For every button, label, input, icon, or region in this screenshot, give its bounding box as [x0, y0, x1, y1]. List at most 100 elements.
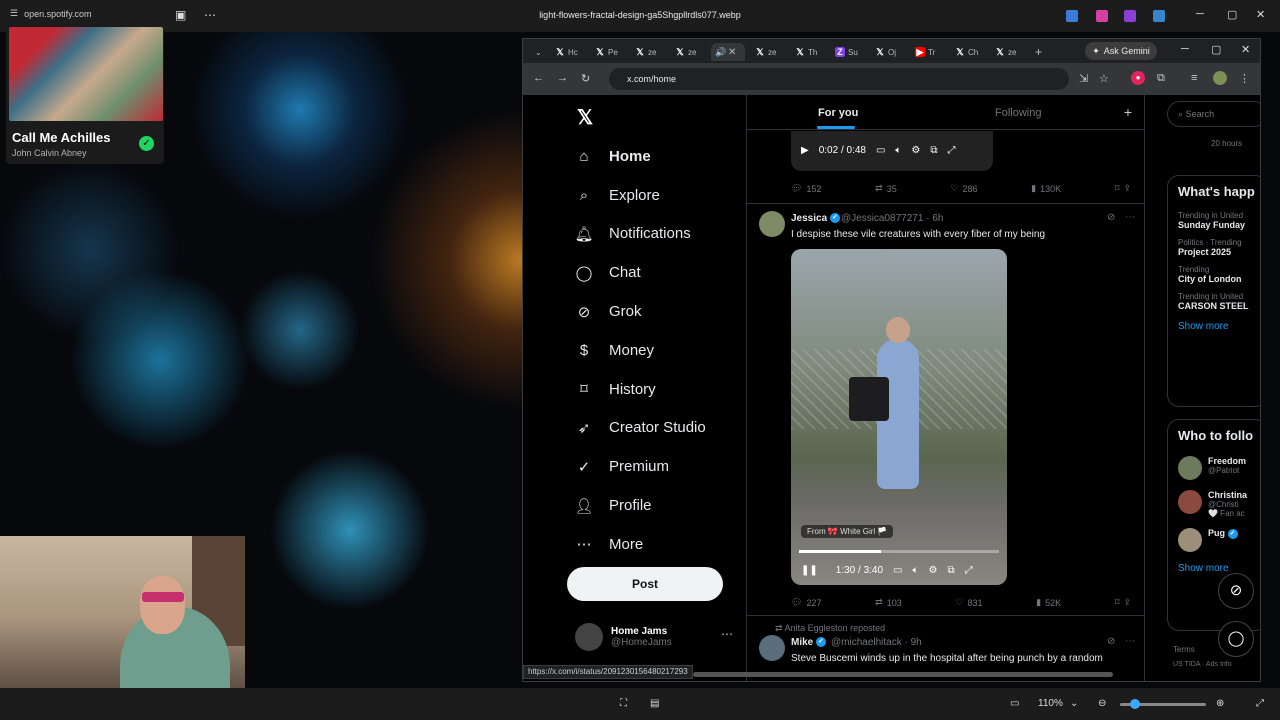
nav-explore[interactable]: ⌕ Explore [573, 176, 706, 215]
author-name[interactable]: Mike ✓ [791, 637, 827, 648]
nav-chat[interactable]: ◯ Chat [573, 253, 706, 292]
tab[interactable]: 𝕏ze [631, 43, 669, 61]
follow-suggestion[interactable]: Christina @Christi 🤍 Fan ac [1168, 485, 1260, 523]
play-icon[interactable]: ▶ [801, 145, 809, 156]
app-icon[interactable] [1096, 10, 1108, 22]
footer-terms[interactable]: Terms [1173, 645, 1195, 654]
trend-item[interactable]: Trending in United Sunday Funday [1168, 207, 1260, 234]
like-button[interactable]: ♡ 831 [955, 597, 982, 608]
tab[interactable]: 𝕏 Ch [951, 43, 989, 61]
more-icon[interactable]: ⋯ [1125, 636, 1135, 647]
repost-button[interactable]: ⇄ 35 [875, 183, 897, 194]
nav-money[interactable]: $ Money [573, 331, 706, 370]
forward-icon[interactable]: → [557, 72, 568, 84]
more-icon[interactable]: ⋯ [1125, 212, 1135, 223]
install-icon[interactable]: ⇲ [1079, 72, 1088, 85]
fit-icon[interactable]: ▭ [1010, 698, 1019, 709]
pause-icon[interactable]: ❚❚ [801, 565, 818, 576]
app-icon[interactable] [1124, 10, 1136, 22]
volume-icon[interactable]: 🔈︎ [895, 145, 901, 156]
spotify-miniplayer[interactable]: Call Me Achilles John Calvin Abney ✓ [6, 24, 164, 164]
pip-icon[interactable]: ⧉ [947, 565, 954, 576]
follow-suggestion[interactable]: Pug ✓ [1168, 523, 1260, 557]
captions-icon[interactable]: ▭ [876, 145, 885, 156]
tweet-video[interactable]: From 🎀 White Girl 🏳️ ❚❚ 1:30 / 3:40 ▭ 🔈︎… [791, 249, 1007, 585]
nav-grok[interactable]: ⊘ Grok [573, 292, 706, 331]
reply-button[interactable]: 💬︎ 227 [791, 597, 821, 608]
nav-history[interactable]: ⌑ History [573, 370, 706, 409]
repost-context[interactable]: ⇄ Anita Eggleston reposted [775, 623, 885, 634]
horizontal-scrollbar[interactable] [693, 672, 1113, 677]
search-input[interactable]: ⌕ Search [1167, 101, 1260, 127]
address-bar[interactable]: x.com/home [609, 68, 1069, 90]
tab-for-you[interactable]: For you [818, 107, 858, 119]
captions-icon[interactable]: ▭ [893, 565, 902, 576]
profile-avatar[interactable] [1213, 71, 1227, 85]
fullscreen-icon[interactable]: ⤢ [948, 145, 956, 156]
video-player[interactable]: ▶ 0:02 / 0:48 ▭ 🔈︎ ⚙ ⧉ ⤢ [791, 131, 993, 171]
star-icon[interactable]: ☆ [1099, 72, 1109, 85]
fullscreen-icon[interactable]: ⤢ [965, 565, 973, 576]
pip-icon[interactable]: ⧉ [930, 145, 937, 156]
post-button[interactable]: Post [567, 567, 723, 601]
bookmark-button[interactable]: ⌑ ⇪ [1115, 183, 1131, 194]
reading-list-icon[interactable]: ≡ [1191, 72, 1197, 84]
app-icon[interactable] [1153, 10, 1165, 22]
tab[interactable]: 𝕏 Th [791, 43, 829, 61]
views-button[interactable]: ▮ 52K [1036, 597, 1061, 608]
grok-icon[interactable]: ⊘ [1107, 636, 1115, 647]
saved-check-icon[interactable]: ✓ [139, 136, 154, 151]
zoom-level[interactable]: 110% [1038, 698, 1063, 709]
tab[interactable]: Z Su [831, 43, 869, 61]
nav-creator-studio[interactable]: ➶ Creator Studio [573, 409, 706, 448]
reload-icon[interactable]: ↻ [581, 72, 590, 85]
chevron-down-icon[interactable]: ⌄ [1070, 698, 1078, 709]
maximize-icon[interactable]: ▢ [1211, 43, 1221, 56]
bookmark-button[interactable]: ⌑ ⇪ [1115, 597, 1131, 608]
tab[interactable]: 𝕏ze [751, 43, 789, 61]
add-tab-icon[interactable]: + [1124, 104, 1132, 120]
tab-search-icon[interactable]: ⌄ [531, 43, 545, 61]
tab-following[interactable]: Following [995, 107, 1041, 119]
extensions-icon[interactable]: ⧉ [1157, 72, 1165, 85]
views-button[interactable]: ▮ 130K [1031, 183, 1061, 194]
volume-icon[interactable]: 🔈︎ [912, 565, 918, 576]
tab[interactable]: 𝕏 Hc [551, 43, 589, 61]
footer-links[interactable]: US TIDA · Ads Info [1173, 661, 1232, 668]
author-handle[interactable]: @Jessica0877271 · 6h [841, 213, 943, 224]
grok-icon[interactable]: ⊘ [1107, 212, 1115, 223]
author-handle[interactable]: @michaelhitack · 9h [831, 637, 922, 648]
reply-button[interactable]: 💬︎ 152 [791, 183, 821, 194]
tab[interactable]: 𝕏ze [671, 43, 709, 61]
show-more-link[interactable]: Show more [1168, 315, 1260, 338]
back-icon[interactable]: ← [533, 72, 544, 84]
nav-more[interactable]: ⋯ More [573, 525, 706, 564]
minimize-icon[interactable]: ─ [1196, 8, 1204, 20]
trend-item[interactable]: Trending City of London [1168, 261, 1260, 288]
avatar[interactable] [759, 635, 785, 661]
nav-home[interactable]: ⌂ Home [573, 137, 706, 176]
video-progress[interactable] [799, 550, 999, 553]
tab-close-icon[interactable]: ✕ [728, 47, 736, 58]
repost-button[interactable]: ⇄ 103 [875, 597, 902, 608]
grok-fab-icon[interactable]: ⊘ [1218, 573, 1254, 609]
close-icon[interactable]: ✕ [1256, 8, 1265, 21]
author-name[interactable]: Jessica ✓ [791, 213, 840, 224]
crop-icon[interactable]: ⛶ [620, 698, 627, 709]
gear-icon[interactable]: ⚙ [911, 145, 920, 156]
follow-suggestion[interactable]: Freedom @Patriot [1168, 451, 1260, 485]
more-icon[interactable]: ⋯ [721, 627, 733, 641]
live-spaces[interactable]: 20 hours [1167, 133, 1260, 157]
zoom-in-icon[interactable]: ⊕ [1216, 698, 1224, 709]
ask-gemini-button[interactable]: ✦ Ask Gemini [1085, 42, 1157, 60]
trend-item[interactable]: Politics · Trending Project 2025 [1168, 234, 1260, 261]
menu-icon[interactable]: ⋮ [1239, 72, 1250, 85]
tab[interactable]: 𝕏ze [991, 43, 1029, 61]
tab[interactable]: ▶ Tr [911, 43, 949, 61]
avatar[interactable] [759, 211, 785, 237]
from-badge[interactable]: From 🎀 White Girl 🏳️ [801, 525, 894, 538]
share-icon[interactable]: ⇪ [1123, 183, 1131, 194]
trend-item[interactable]: Trending in United CARSON STEEL [1168, 288, 1260, 315]
app-icon[interactable] [1066, 10, 1078, 22]
zoom-out-icon[interactable]: ⊖ [1098, 698, 1106, 709]
